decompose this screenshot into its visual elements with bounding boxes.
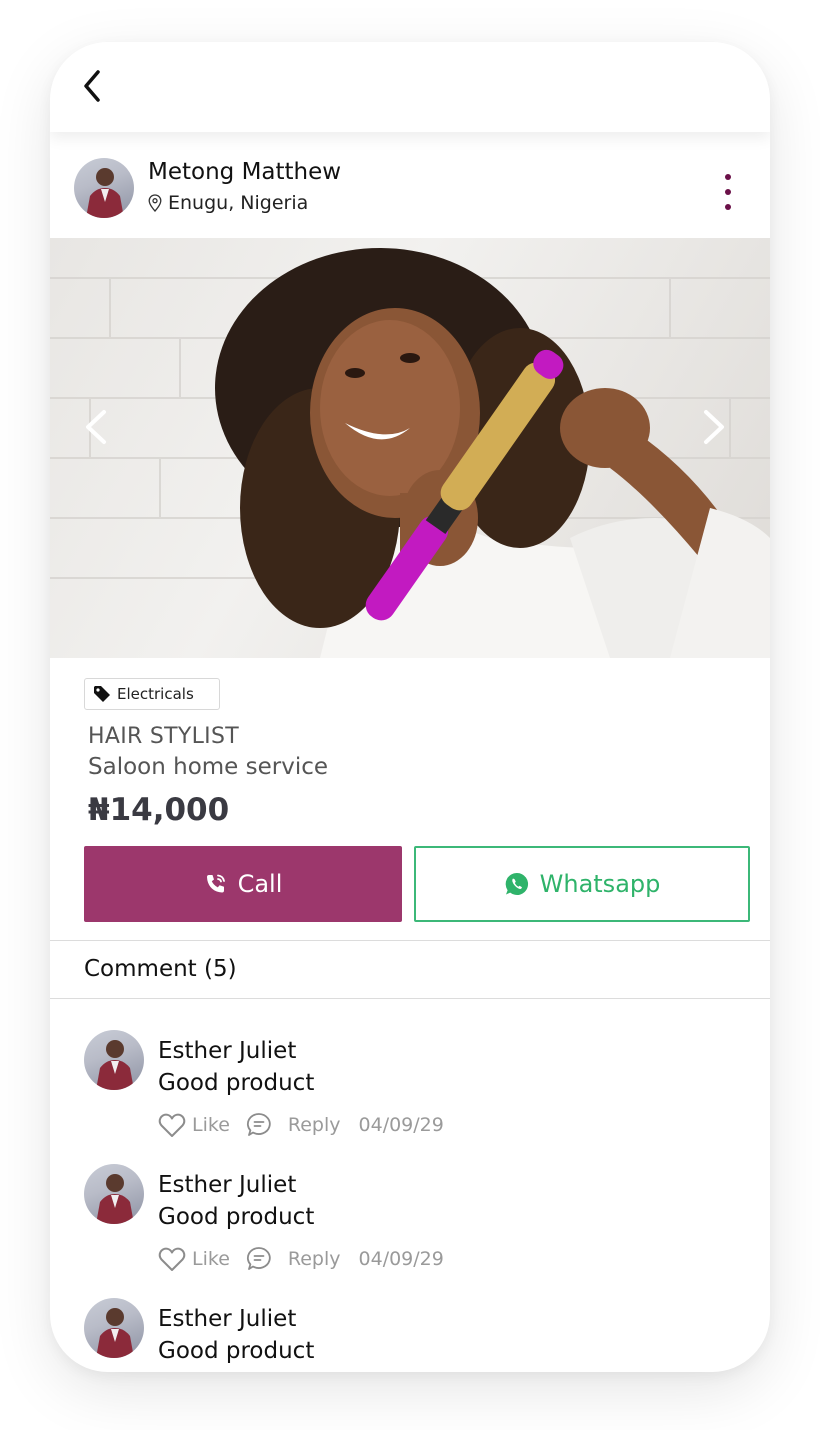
listing-image-carousel[interactable] bbox=[50, 238, 770, 658]
chat-bubble-icon bbox=[246, 1113, 271, 1136]
reply-button[interactable]: Reply bbox=[246, 1246, 341, 1272]
phone-frame: Metong Matthew Enugu, Nigeria Electrical… bbox=[50, 42, 770, 1372]
heart-icon bbox=[158, 1247, 186, 1271]
comment-item: Esther Juliet Good product Like Reply 04… bbox=[50, 1030, 770, 1150]
seller-name[interactable]: Metong Matthew bbox=[148, 159, 341, 185]
comments-heading: Comment (5) bbox=[84, 956, 237, 982]
listing-subtitle: Saloon home service bbox=[88, 754, 329, 780]
person-photo-icon bbox=[96, 1308, 134, 1358]
divider bbox=[50, 940, 770, 941]
phone-call-icon bbox=[206, 874, 225, 893]
whatsapp-icon bbox=[505, 872, 528, 895]
reply-button[interactable]: Reply bbox=[246, 1112, 341, 1138]
comment-text: Good product bbox=[158, 1070, 315, 1096]
listing-photo bbox=[50, 248, 770, 658]
listing-title: HAIR STYLIST bbox=[88, 724, 239, 749]
reply-label: Reply bbox=[287, 1248, 341, 1270]
commenter-avatar[interactable] bbox=[84, 1298, 144, 1358]
tag-icon bbox=[94, 686, 110, 702]
whatsapp-button-label: Whatsapp bbox=[539, 870, 661, 898]
category-tag[interactable]: Electricals bbox=[84, 678, 220, 710]
comment-author[interactable]: Esther Juliet bbox=[158, 1038, 296, 1064]
comment-text: Good product bbox=[158, 1204, 315, 1230]
seller-location: Enugu, Nigeria bbox=[148, 192, 308, 214]
more-vertical-icon bbox=[725, 174, 731, 210]
chevron-right-icon bbox=[704, 410, 724, 444]
comment-date: 04/09/29 bbox=[358, 1248, 444, 1270]
chat-bubble-icon bbox=[246, 1247, 271, 1270]
carousel-next-button[interactable] bbox=[688, 402, 738, 452]
back-button[interactable] bbox=[76, 64, 116, 108]
comment-actions: Like Reply 04/09/29 bbox=[158, 1112, 444, 1138]
like-button[interactable]: Like bbox=[158, 1246, 230, 1272]
top-bar bbox=[50, 42, 770, 132]
chevron-left-icon bbox=[86, 410, 106, 444]
person-photo-icon bbox=[96, 1174, 134, 1224]
heart-icon bbox=[158, 1113, 186, 1137]
comment-author[interactable]: Esther Juliet bbox=[158, 1172, 296, 1198]
seller-profile: Metong Matthew Enugu, Nigeria bbox=[50, 154, 770, 238]
chevron-left-icon bbox=[84, 70, 100, 102]
comment-text: Good product bbox=[158, 1338, 315, 1364]
reply-label: Reply bbox=[287, 1114, 341, 1136]
category-tag-label: Electricals bbox=[117, 685, 194, 703]
person-photo-icon bbox=[86, 168, 124, 218]
more-options-button[interactable] bbox=[712, 168, 742, 214]
divider bbox=[50, 998, 770, 999]
comment-item: Esther Juliet Good product bbox=[50, 1298, 770, 1372]
location-pin-icon bbox=[148, 194, 162, 212]
like-label: Like bbox=[192, 1248, 230, 1270]
call-button-label: Call bbox=[237, 870, 283, 898]
carousel-prev-button[interactable] bbox=[74, 402, 124, 452]
call-button[interactable]: Call bbox=[84, 846, 402, 922]
listing-price: ₦14,000 bbox=[88, 792, 230, 828]
whatsapp-button[interactable]: Whatsapp bbox=[414, 846, 750, 922]
seller-location-text: Enugu, Nigeria bbox=[168, 192, 309, 214]
like-label: Like bbox=[192, 1114, 230, 1136]
comment-date: 04/09/29 bbox=[358, 1114, 444, 1136]
commenter-avatar[interactable] bbox=[84, 1164, 144, 1224]
comment-item: Esther Juliet Good product Like Reply 04… bbox=[50, 1164, 770, 1284]
like-button[interactable]: Like bbox=[158, 1112, 230, 1138]
seller-avatar[interactable] bbox=[74, 158, 134, 218]
person-photo-icon bbox=[96, 1040, 134, 1090]
comment-author[interactable]: Esther Juliet bbox=[158, 1306, 296, 1332]
comment-actions: Like Reply 04/09/29 bbox=[158, 1246, 444, 1272]
commenter-avatar[interactable] bbox=[84, 1030, 144, 1090]
